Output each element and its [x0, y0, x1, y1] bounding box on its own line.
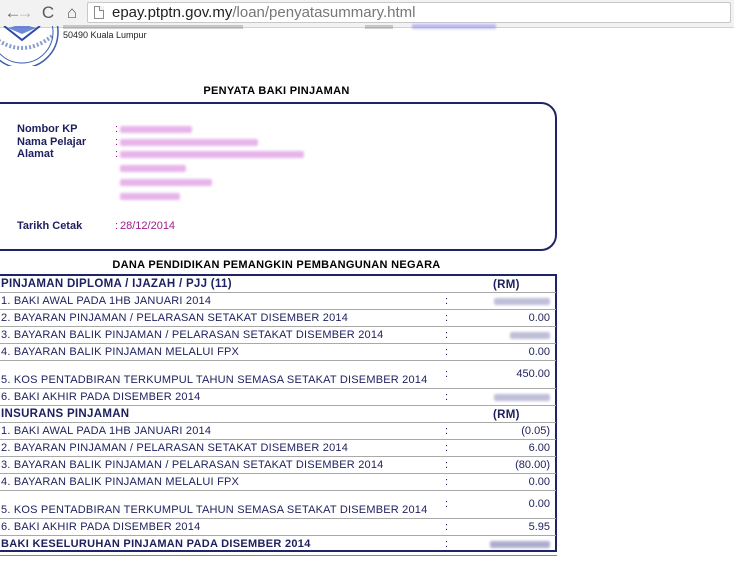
row-colon: : — [445, 329, 449, 341]
address-line-partial — [63, 25, 243, 29]
table-row: 6. BAKI AKHIR PADA DISEMBER 2014 : 5.95 — [0, 519, 556, 536]
nama-pelajar-colon: : — [115, 136, 119, 148]
table-row: 1. BAKI AWAL PADA 1HB JANUARI 2014 : (0.… — [0, 423, 556, 440]
alamat-colon: : — [115, 148, 119, 160]
reload-icon[interactable]: C — [37, 3, 59, 23]
row-desc: 4. BAYARAN BALIK PINJAMAN MELALUI FPX — [1, 346, 240, 358]
row-amount: 5.95 — [528, 521, 550, 533]
row-colon: : — [445, 476, 449, 488]
insurance-section-title: INSURANS PINJAMAN — [1, 408, 130, 420]
forward-arrow-icon[interactable]: → — [14, 3, 36, 23]
row-desc: 6. BAKI AKHIR PADA DISEMBER 2014 — [1, 391, 201, 403]
insurance-currency: (RM) — [493, 409, 520, 421]
row-amount: (0.05) — [521, 425, 550, 437]
url-host: epay.ptptn.gov.my — [112, 4, 233, 21]
nombor-kp-colon: : — [115, 123, 119, 135]
row-amount: 0.00 — [528, 476, 550, 488]
nama-pelajar-value-blurred — [120, 139, 258, 146]
ptptn-logo — [0, 26, 62, 66]
row-desc: 1. BAKI AWAL PADA 1HB JANUARI 2014 — [1, 295, 212, 307]
row-amount: 0.00 — [528, 498, 550, 510]
alamat-line-1-blurred — [120, 151, 304, 158]
grand-total-row: BAKI KESELURUHAN PINJAMAN PADA DISEMBER … — [0, 536, 556, 552]
table-row: 4. BAYARAN BALIK PINJAMAN MELALUI FPX : … — [0, 344, 556, 361]
row-amount: 6.00 — [528, 442, 550, 454]
alamat-line-4-blurred — [120, 193, 180, 200]
tarikh-cetak-value: 28/12/2014 — [120, 220, 176, 232]
amount-blurred — [494, 298, 550, 305]
grand-total-label: BAKI KESELURUHAN PINJAMAN PADA DISEMBER … — [1, 538, 311, 550]
grand-total-amount-blurred — [490, 541, 550, 548]
grand-total-colon: : — [445, 538, 449, 550]
row-desc: 1. BAKI AWAL PADA 1HB JANUARI 2014 — [1, 425, 212, 437]
row-colon: : — [445, 312, 449, 324]
section-subtitle: DANA PENDIDIKAN PEMANGKIN PEMBANGUNAN NE… — [112, 259, 441, 271]
row-amount: 450.00 — [516, 368, 550, 380]
table-row: 2. BAYARAN PINJAMAN / PELARASAN SETAKAT … — [0, 310, 556, 327]
tarikh-cetak-colon: : — [115, 220, 119, 232]
row-desc: 5. KOS PENTADBIRAN TERKUMPUL TAHUN SEMAS… — [1, 374, 428, 386]
row-desc: 3. BAYARAN BALIK PINJAMAN / PELARASAN SE… — [1, 329, 384, 341]
page-icon — [94, 6, 104, 19]
amount-blurred — [494, 394, 550, 401]
row-desc: 2. BAYARAN PINJAMAN / PELARASAN SETAKAT … — [1, 442, 349, 454]
row-amount: (80.00) — [515, 459, 550, 471]
insurance-section-header: INSURANS PINJAMAN (RM) — [0, 406, 556, 423]
tarikh-cetak-label: Tarikh Cetak — [17, 220, 83, 232]
row-colon: : — [445, 295, 449, 307]
browser-toolbar: ← → C ⌂ epay.ptptn.gov.my/loan/penyatasu… — [0, 0, 734, 28]
row-colon: : — [445, 368, 449, 380]
row-colon: : — [445, 498, 449, 510]
postcode-line: 50490 Kuala Lumpur — [63, 30, 147, 40]
table-row: 5. KOS PENTADBIRAN TERKUMPUL TAHUN SEMAS… — [0, 361, 556, 389]
table-row: 3. BAYARAN BALIK PINJAMAN / PELARASAN SE… — [0, 327, 556, 344]
nombor-kp-value-blurred — [120, 126, 192, 133]
url-path: /loan/penyatasummary.html — [232, 4, 416, 21]
url-text: epay.ptptn.gov.my/loan/penyatasummary.ht… — [112, 4, 416, 22]
loan-currency: (RM) — [493, 279, 520, 291]
nombor-kp-label: Nombor KP — [17, 123, 78, 135]
table-row: 6. BAKI AKHIR PADA DISEMBER 2014 : — [0, 389, 556, 406]
row-colon: : — [445, 459, 449, 471]
page-title: PENYATA BAKI PINJAMAN — [203, 85, 350, 97]
email-label-partial — [365, 25, 393, 29]
email-link-blurred[interactable] — [412, 24, 496, 29]
row-colon: : — [445, 425, 449, 437]
row-amount: 0.00 — [528, 346, 550, 358]
table-row: 5. KOS PENTADBIRAN TERKUMPUL TAHUN SEMAS… — [0, 491, 556, 519]
row-colon: : — [445, 346, 449, 358]
borrower-info-box — [0, 102, 557, 251]
row-amount: 0.00 — [528, 312, 550, 324]
loan-section-header: PINJAMAN DIPLOMA / IJAZAH / PJJ (11) (RM… — [0, 276, 556, 293]
alamat-line-3-blurred — [120, 179, 212, 186]
home-icon[interactable]: ⌂ — [61, 3, 83, 23]
table-row: 1. BAKI AWAL PADA 1HB JANUARI 2014 : — [0, 293, 556, 310]
row-desc: 5. KOS PENTADBIRAN TERKUMPUL TAHUN SEMAS… — [1, 504, 428, 516]
row-desc: 3. BAYARAN BALIK PINJAMAN / PELARASAN SE… — [1, 459, 384, 471]
nama-pelajar-label: Nama Pelajar — [17, 136, 87, 148]
row-desc: 4. BAYARAN BALIK PINJAMAN MELALUI FPX — [1, 476, 240, 488]
row-colon: : — [445, 442, 449, 454]
row-colon: : — [445, 391, 449, 403]
alamat-line-2-blurred — [120, 165, 186, 172]
table-row: 3. BAYARAN BALIK PINJAMAN / PELARASAN SE… — [0, 457, 556, 474]
loan-section-title: PINJAMAN DIPLOMA / IJAZAH / PJJ (11) — [1, 278, 232, 290]
bottom-divider — [0, 555, 557, 556]
alamat-label: Alamat — [17, 148, 54, 160]
table-row: 4. BAYARAN BALIK PINJAMAN MELALUI FPX : … — [0, 474, 556, 491]
row-colon: : — [445, 521, 449, 533]
table-row: 2. BAYARAN PINJAMAN / PELARASAN SETAKAT … — [0, 440, 556, 457]
amount-blurred — [510, 332, 550, 339]
row-desc: 6. BAKI AKHIR PADA DISEMBER 2014 — [1, 521, 201, 533]
row-desc: 2. BAYARAN PINJAMAN / PELARASAN SETAKAT … — [1, 312, 349, 324]
address-bar[interactable]: epay.ptptn.gov.my/loan/penyatasummary.ht… — [87, 2, 731, 23]
